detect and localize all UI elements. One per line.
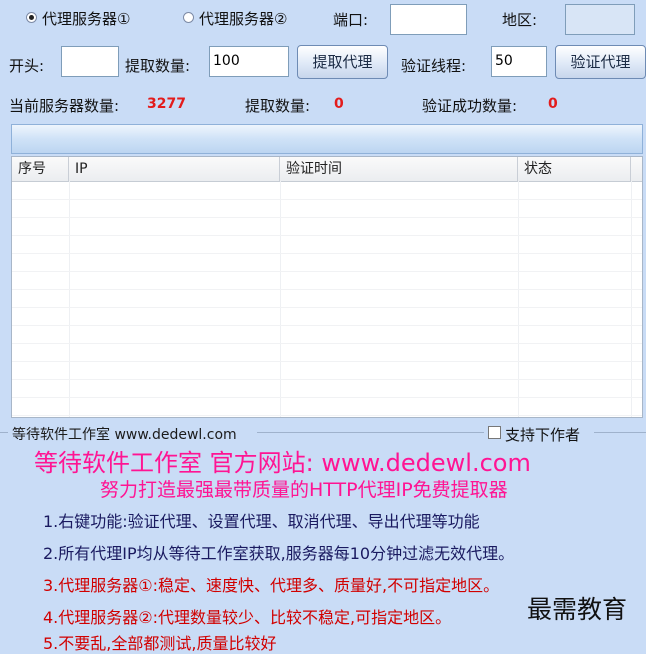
group-title: 等待软件工作室 www.dedewl.com (12, 427, 237, 443)
table-row-line (12, 235, 642, 236)
table-row-line (12, 307, 642, 308)
verify-proxy-button[interactable]: 验证代理 (555, 45, 646, 79)
proxy-server-2-radio[interactable] (183, 12, 194, 23)
prefix-label: 开头: (9, 57, 45, 75)
group-divider-right (594, 432, 646, 433)
table-row-line (12, 397, 642, 398)
proxy-server-2-label[interactable]: 代理服务器② (199, 8, 287, 29)
region-input[interactable] (565, 4, 635, 35)
proxy-server-1-radio[interactable] (26, 12, 37, 23)
table-row-line (12, 361, 642, 362)
table-header: 序号 IP 验证时间 状态 (12, 157, 642, 182)
watermark-text: 最需教育 (527, 595, 628, 624)
support-author-checkbox[interactable] (488, 426, 501, 439)
port-label: 端口: (333, 11, 369, 29)
column-header-verify-time[interactable]: 验证时间 (280, 157, 518, 181)
fetched-count-value: 0 (334, 96, 344, 112)
port-input[interactable] (390, 4, 467, 35)
headline: 等待软件工作室 官方网站: www.dedewl.com (34, 449, 531, 477)
fetch-count-input[interactable]: 100 (209, 46, 289, 77)
region-label: 地区: (502, 11, 538, 29)
fetch-count-label: 提取数量: (125, 57, 191, 75)
group-divider-mid (257, 432, 484, 433)
table-row-line (12, 289, 642, 290)
proxy-server-1-label[interactable]: 代理服务器① (42, 8, 130, 29)
note-1: 1.右键功能:验证代理、设置代理、取消代理、导出代理等功能 (43, 512, 480, 531)
note-4: 4.代理服务器②:代理数量较少、比较不稳定,可指定地区。 (43, 608, 452, 627)
server-count-value: 3277 (147, 96, 186, 112)
table-row-line (12, 325, 642, 326)
column-header-status[interactable]: 状态 (518, 157, 631, 181)
group-divider-left (0, 432, 8, 433)
table-row-line (12, 271, 642, 272)
column-header-index[interactable]: 序号 (12, 157, 69, 181)
verified-count-label: 验证成功数量: (422, 97, 518, 115)
fetch-proxy-button[interactable]: 提取代理 (297, 45, 388, 79)
note-2: 2.所有代理IP均从等待工作室获取,服务器每10分钟过滤无效代理。 (43, 544, 515, 563)
verified-count-value: 0 (548, 96, 558, 112)
table-row-line (12, 253, 642, 254)
table-row-line (12, 343, 642, 344)
fetched-count-label: 提取数量: (245, 97, 311, 115)
column-header-ip[interactable]: IP (69, 157, 280, 181)
table-row-line (12, 379, 642, 380)
support-author-label[interactable]: 支持下作者 (505, 424, 580, 445)
table-row-line (12, 199, 642, 200)
table-row-line (12, 217, 642, 218)
note-5: 5.不要乱,全部都测试,质量比较好 (43, 634, 277, 653)
verify-threads-input[interactable]: 50 (491, 46, 547, 77)
server-count-label: 当前服务器数量: (9, 97, 120, 115)
slogan: 努力打造最强最带质量的HTTP代理IP免费提取器 (100, 479, 508, 501)
note-3: 3.代理服务器①:稳定、速度快、代理多、质量好,不可指定地区。 (43, 576, 500, 595)
table-row-line (12, 415, 642, 416)
prefix-input[interactable] (61, 46, 119, 77)
progress-bar (11, 124, 643, 154)
proxy-table[interactable]: 序号 IP 验证时间 状态 (11, 156, 643, 418)
verify-threads-label: 验证线程: (401, 57, 467, 75)
